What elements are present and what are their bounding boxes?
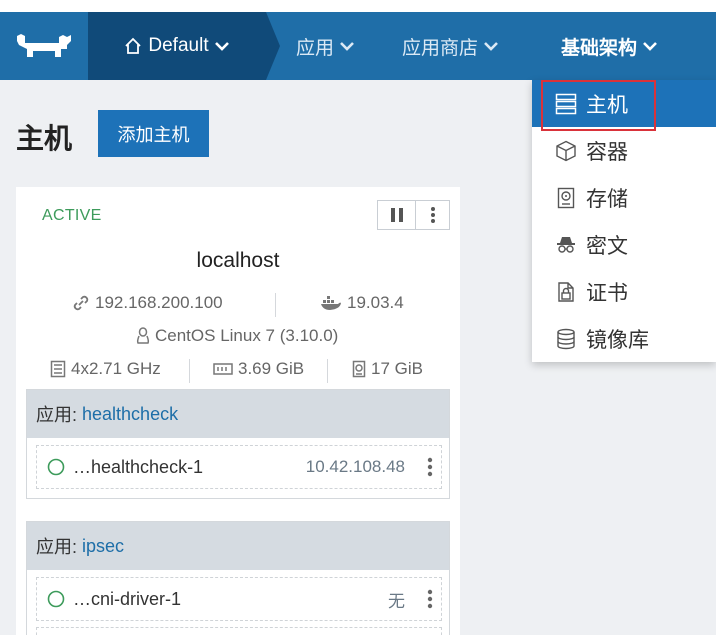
host-os: CentOS Linux 7 (3.10.0) bbox=[136, 326, 338, 346]
stack-prefix: 应用: bbox=[36, 405, 78, 425]
nav-apps-label: 应用 bbox=[296, 37, 335, 59]
stack-header: 应用: healthcheck bbox=[27, 390, 449, 438]
docker-version-value: 19.03.4 bbox=[347, 293, 404, 312]
kebab-icon[interactable] bbox=[427, 588, 433, 610]
divider bbox=[327, 359, 328, 383]
host-ip-value: 192.168.200.100 bbox=[95, 293, 223, 312]
top-navbar: Default 应用 应用商店 基础架构 bbox=[0, 12, 716, 80]
environment-selector[interactable]: Default bbox=[88, 12, 266, 80]
cube-icon bbox=[556, 140, 576, 161]
host-disk-value: 17 GiB bbox=[371, 359, 423, 378]
container-row[interactable]: …healthcheck-1 10.42.108.48 bbox=[36, 445, 442, 489]
host-name[interactable]: localhost bbox=[16, 249, 460, 273]
host-card: ACTIVE localhost 192.168.200.100 19.03.4… bbox=[16, 187, 460, 635]
docker-icon bbox=[321, 296, 341, 310]
nav-apps[interactable]: 应用 bbox=[296, 12, 355, 80]
highlight-box bbox=[541, 80, 656, 131]
container-row[interactable]: …cni-driver-1 无 bbox=[36, 577, 442, 621]
menu-item-label: 存储 bbox=[586, 187, 628, 211]
nav-catalog-label: 应用商店 bbox=[402, 37, 479, 59]
divider bbox=[189, 359, 190, 383]
host-os-value: CentOS Linux 7 (3.10.0) bbox=[155, 326, 339, 345]
memory-icon bbox=[213, 363, 233, 375]
add-host-button[interactable]: 添加主机 bbox=[98, 110, 209, 157]
nav-infrastructure[interactable]: 基础架构 bbox=[561, 12, 658, 80]
menu-item-certificates[interactable]: 证书 bbox=[532, 268, 716, 315]
disk-icon bbox=[352, 360, 366, 378]
container-name[interactable]: …cni-driver-1 bbox=[73, 589, 181, 610]
status-badge: ACTIVE bbox=[42, 207, 102, 224]
host-disk: 17 GiB bbox=[352, 359, 423, 379]
container-name[interactable]: …healthcheck-1 bbox=[73, 457, 203, 478]
menu-item-containers[interactable]: 容器 bbox=[532, 127, 716, 174]
divider bbox=[275, 293, 276, 317]
page-title: 主机 bbox=[16, 123, 73, 154]
stack-group: 应用: ipsec …cni-driver-1 无 bbox=[26, 521, 450, 635]
docker-version: 19.03.4 bbox=[320, 293, 404, 313]
menu-item-secrets[interactable]: 密文 bbox=[532, 221, 716, 268]
pause-button[interactable] bbox=[378, 201, 416, 229]
menu-item-storage[interactable]: 存储 bbox=[532, 174, 716, 221]
more-actions-button[interactable] bbox=[416, 201, 449, 229]
stack-link[interactable]: ipsec bbox=[82, 536, 124, 557]
kebab-icon bbox=[430, 207, 435, 223]
chevron-down-icon bbox=[340, 42, 354, 51]
cpu-icon bbox=[50, 360, 66, 378]
host-ip: 192.168.200.100 bbox=[72, 293, 223, 313]
link-icon bbox=[73, 295, 89, 311]
environment-label: Default bbox=[148, 35, 209, 56]
host-cpu-value: 4x2.71 GHz bbox=[71, 359, 161, 378]
menu-item-label: 密文 bbox=[586, 234, 628, 258]
top-strip bbox=[0, 0, 716, 12]
certificate-lock-icon bbox=[558, 281, 574, 302]
environment-arrow bbox=[266, 12, 280, 80]
stack-prefix: 应用: bbox=[36, 537, 78, 557]
menu-item-label: 容器 bbox=[586, 140, 628, 164]
stack-group: 应用: healthcheck …healthcheck-1 10.42.108… bbox=[26, 389, 450, 499]
host-cpu: 4x2.71 GHz bbox=[50, 359, 161, 379]
linux-icon bbox=[136, 327, 150, 344]
menu-item-label: 镜像库 bbox=[586, 328, 649, 352]
nav-infrastructure-label: 基础架构 bbox=[561, 37, 638, 59]
spy-icon bbox=[557, 236, 575, 253]
container-ip: 10.42.108.48 bbox=[305, 457, 405, 476]
kebab-icon[interactable] bbox=[427, 456, 433, 478]
database-icon bbox=[557, 328, 575, 349]
host-memory: 3.69 GiB bbox=[213, 359, 304, 379]
menu-item-label: 证书 bbox=[586, 281, 628, 305]
host-memory-value: 3.69 GiB bbox=[238, 359, 305, 378]
chevron-down-icon bbox=[484, 42, 498, 51]
container-ip: 无 bbox=[388, 591, 405, 611]
chevron-down-icon bbox=[643, 42, 657, 51]
menu-item-registries[interactable]: 镜像库 bbox=[532, 315, 716, 362]
stack-header: 应用: ipsec bbox=[27, 522, 449, 570]
pause-icon bbox=[390, 208, 403, 222]
status-circle-icon bbox=[47, 590, 65, 608]
home-icon bbox=[125, 37, 142, 54]
rancher-logo[interactable] bbox=[0, 12, 88, 80]
host-actions bbox=[377, 200, 450, 230]
hard-drive-icon bbox=[557, 187, 575, 208]
chevron-down-icon bbox=[214, 42, 229, 51]
stack-link[interactable]: healthcheck bbox=[82, 404, 178, 425]
status-circle-icon bbox=[47, 458, 65, 476]
nav-catalog[interactable]: 应用商店 bbox=[402, 12, 499, 80]
container-row[interactable] bbox=[36, 627, 442, 635]
cow-logo-icon bbox=[17, 34, 71, 57]
